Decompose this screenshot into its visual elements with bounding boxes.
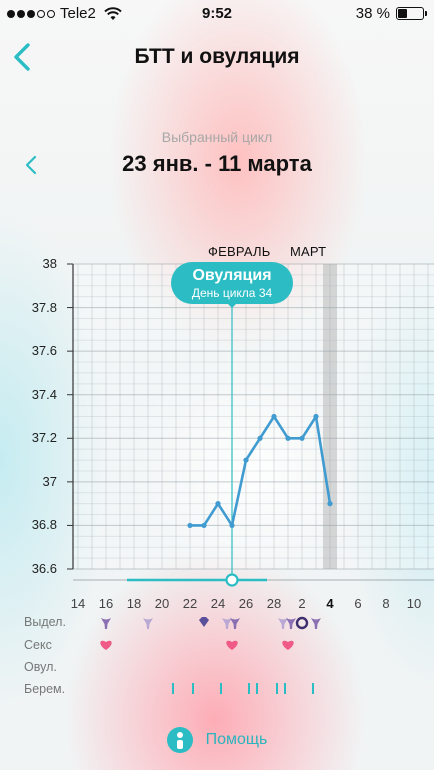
y-tick-label: 37.8 (31, 299, 57, 315)
heart-icon[interactable] (226, 640, 238, 650)
x-tick-label: 24 (210, 596, 226, 611)
y-tick-label: 37.4 (31, 386, 57, 402)
x-tick-label: 2 (298, 596, 306, 611)
heart-icon[interactable] (100, 640, 112, 650)
temperature-point[interactable] (285, 435, 291, 441)
heart-icon[interactable] (282, 640, 294, 650)
y-tick-label: 38 (42, 256, 57, 271)
info-person-icon (166, 727, 193, 753)
row-label-ovulation: Овул. (24, 660, 57, 674)
temperature-chart[interactable] (0, 0, 434, 770)
discharge-double-icon[interactable] (222, 618, 240, 629)
x-tick-label: 22 (182, 596, 198, 611)
row-label-sex: Секс (24, 638, 52, 652)
y-tick-label: 37 (42, 473, 57, 489)
help-label: Помощь (205, 731, 268, 748)
temperature-point[interactable] (201, 522, 207, 529)
y-tick-label: 37.6 (31, 343, 57, 359)
discharge-icon[interactable] (311, 618, 321, 629)
x-tick-label: 4 (326, 596, 334, 611)
x-tick-label: 10 (406, 596, 422, 611)
x-tick-label: 16 (98, 596, 114, 611)
x-tick-label: 14 (70, 596, 86, 611)
y-tick-label: 36.8 (31, 517, 57, 533)
temperature-point[interactable] (243, 457, 249, 463)
temperature-point[interactable] (313, 413, 319, 420)
x-tick-label: 28 (266, 596, 282, 611)
ovulation-title: Овуляция (192, 267, 272, 284)
row-label-discharge: Выдел. (24, 615, 66, 629)
month-label-february: ФЕВРАЛЬ (208, 244, 271, 259)
row-label-pregnancy: Берем. (24, 682, 66, 696)
x-tick-label: 6 (354, 596, 362, 611)
temperature-point[interactable] (271, 413, 277, 420)
y-tick-label: 37.2 (31, 430, 57, 446)
discharge-icon[interactable] (101, 618, 111, 629)
x-tick-label: 8 (382, 596, 390, 611)
x-tick-label: 20 (154, 596, 170, 611)
help-button[interactable]: Помощь (0, 727, 434, 753)
temperature-point[interactable] (257, 435, 263, 441)
month-label-march: МАРТ (290, 244, 327, 259)
ovulation-cycle-day: День цикла 34 (191, 286, 273, 300)
temperature-point[interactable] (299, 435, 305, 441)
discharge-ring-icon[interactable] (295, 616, 309, 630)
x-tick-label: 26 (238, 596, 254, 611)
x-tick-label: 18 (126, 596, 142, 611)
temperature-point[interactable] (215, 501, 221, 507)
temperature-point[interactable] (187, 522, 193, 529)
ovulation-bubble-tail (226, 302, 238, 308)
temperature-point[interactable] (327, 501, 333, 507)
temperature-point[interactable] (229, 522, 235, 529)
scrubber-handle[interactable] (225, 573, 239, 587)
y-tick-label: 36.6 (31, 561, 57, 576)
ovulation-bubble[interactable]: Овуляция День цикла 34 (171, 262, 293, 304)
discharge-light-icon[interactable] (143, 618, 153, 629)
discharge-diamond-icon[interactable] (199, 617, 209, 627)
discharge-double-icon[interactable] (278, 618, 296, 629)
